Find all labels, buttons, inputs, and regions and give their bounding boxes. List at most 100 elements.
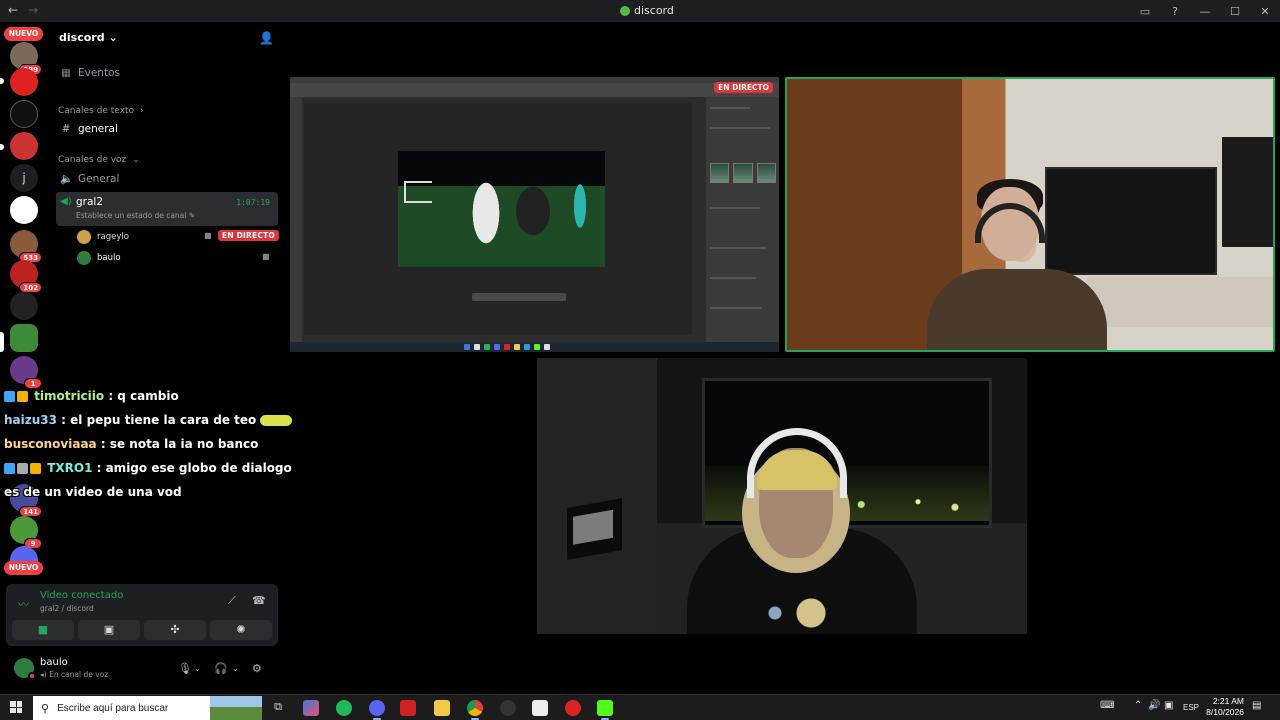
- monitor: [1222, 137, 1273, 247]
- search-highlight-image: [210, 696, 262, 720]
- app-title: discord: [620, 4, 674, 17]
- avatar: [77, 230, 91, 244]
- server-icon[interactable]: j: [10, 164, 38, 192]
- events-label: Eventos: [78, 67, 120, 79]
- back-arrow-icon[interactable]: ←: [8, 3, 18, 17]
- connection-location[interactable]: gral2 / discord: [40, 604, 94, 613]
- voice-category[interactable]: Canales de voz ⌄: [58, 155, 140, 165]
- forward-arrow-icon[interactable]: →: [28, 3, 38, 17]
- server-icon[interactable]: [10, 100, 38, 128]
- server-icon[interactable]: [10, 292, 38, 320]
- discord-icon[interactable]: [369, 700, 385, 720]
- camera-icon: ■: [204, 231, 212, 240]
- chevron-down-icon[interactable]: ⌄: [194, 664, 201, 673]
- close-icon[interactable]: ✕: [1250, 5, 1280, 18]
- nav-buttons: ← →: [8, 3, 38, 17]
- channel-general[interactable]: # general: [60, 123, 118, 135]
- voice-member[interactable]: rageylo: [77, 230, 129, 244]
- headset-icon[interactable]: 🎧: [214, 662, 228, 675]
- microphone-icon[interactable]: 🎙: [178, 662, 192, 675]
- server-icon[interactable]: [10, 132, 38, 160]
- taskbar-app-icon: [484, 344, 490, 350]
- username: baulo: [40, 657, 68, 668]
- screen-share-button[interactable]: ▣: [78, 620, 140, 640]
- voice-channel-general[interactable]: 🔈 General: [60, 172, 119, 186]
- editor-toolbar: [290, 97, 302, 342]
- volume-icon[interactable]: 🔊: [1148, 700, 1160, 711]
- chevron-down-icon: ⌄: [132, 155, 140, 165]
- editor-thumbnails: [710, 163, 776, 183]
- emote-icon: [260, 415, 293, 426]
- goal-post: [404, 181, 432, 203]
- server-icon[interactable]: 9: [10, 516, 42, 549]
- chrome-icon[interactable]: [467, 700, 483, 720]
- network-icon[interactable]: ▣: [1164, 700, 1173, 711]
- noise-suppression-icon[interactable]: ⟋: [228, 594, 236, 608]
- panel-line: [710, 127, 770, 129]
- clock[interactable]: 2:21 AM 8/10/2026: [1206, 696, 1244, 718]
- voicemeeter-icon[interactable]: [400, 700, 416, 716]
- spotify-icon[interactable]: [336, 700, 352, 716]
- server-icon[interactable]: [10, 68, 38, 96]
- app-icon[interactable]: [532, 700, 548, 716]
- language-indicator[interactable]: ESP: [1183, 703, 1199, 712]
- taskbar-app-icon: [534, 344, 540, 350]
- channel-status-placeholder[interactable]: Establece un estado de canal ✎: [76, 211, 195, 220]
- server-header[interactable]: discord ⌄: [59, 31, 118, 44]
- chevron-down-icon[interactable]: ⌄: [232, 664, 239, 673]
- screen-share-tile[interactable]: EN DIRECTO: [290, 77, 779, 352]
- editor-panels: [706, 97, 779, 342]
- maximize-icon[interactable]: ☐: [1220, 5, 1250, 18]
- camera-button[interactable]: ■: [12, 620, 74, 640]
- chat-text: : el pepu tiene la cara de teo: [61, 413, 257, 427]
- server-icon[interactable]: 102: [10, 260, 42, 293]
- invite-member-icon[interactable]: 👤: [259, 31, 274, 45]
- soundboard-button[interactable]: ✺: [210, 620, 272, 640]
- hash-icon: #: [61, 123, 71, 135]
- chevron-right-icon: ›: [140, 106, 144, 116]
- obs-icon[interactable]: [500, 700, 516, 716]
- camera-icon: ■: [262, 252, 270, 261]
- kick-icon[interactable]: [597, 700, 613, 720]
- file-explorer-icon[interactable]: [434, 700, 450, 716]
- server-icon[interactable]: [10, 324, 38, 352]
- copilot-icon[interactable]: [303, 700, 319, 716]
- chat-message: TXRO1 : amigo ese globo de dialogo es de…: [4, 456, 300, 504]
- help-icon[interactable]: ?: [1160, 5, 1190, 18]
- chat-username: timotriciio: [34, 389, 105, 403]
- voice-member[interactable]: baulo: [77, 251, 121, 265]
- live-badge: EN DIRECTO: [714, 82, 773, 93]
- signal-icon[interactable]: 〰: [18, 596, 29, 612]
- server-icon[interactable]: 399: [10, 42, 42, 75]
- panel-line: [710, 247, 766, 249]
- voice-channel-gral2[interactable]: ◀) gral2 Establece un estado de canal ✎ …: [56, 192, 278, 226]
- task-view-icon[interactable]: ⧉: [270, 700, 286, 716]
- search-box[interactable]: ⚲ Escribe aquí para buscar: [33, 696, 262, 720]
- server-icon[interactable]: 533: [10, 230, 42, 263]
- camera-tile-speaking[interactable]: [785, 77, 1275, 352]
- minimize-icon[interactable]: —: [1190, 5, 1220, 18]
- opera-icon[interactable]: [565, 700, 581, 716]
- clock-date: 8/10/2026: [1206, 707, 1244, 717]
- server-name: discord: [59, 31, 105, 44]
- camera-icon: ■: [37, 623, 49, 636]
- taskbar-app-icon: [474, 344, 480, 350]
- camera-tile[interactable]: [537, 358, 1027, 634]
- events-item[interactable]: ▦ Eventos: [60, 67, 120, 79]
- windows-start-icon[interactable]: [10, 701, 22, 713]
- channel-label: general: [78, 123, 118, 135]
- disconnect-icon[interactable]: ☎: [252, 594, 266, 607]
- gear-icon[interactable]: ⚙: [252, 662, 262, 675]
- text-category[interactable]: Canales de texto ›: [58, 106, 144, 116]
- inbox-icon[interactable]: ▭: [1130, 5, 1160, 18]
- activities-button[interactable]: ✣: [144, 620, 206, 640]
- keyboard-icon[interactable]: ⌨: [1100, 700, 1114, 711]
- connection-status: Video conectado: [40, 590, 124, 601]
- shared-taskbar: [290, 342, 779, 352]
- notifications-icon[interactable]: ▤: [1252, 700, 1261, 711]
- chevron-up-icon[interactable]: ⌃: [1134, 700, 1142, 711]
- window-controls: ▭ ? — ☐ ✕: [1130, 0, 1280, 22]
- chat-message: timotriciio : q cambio: [4, 384, 300, 408]
- server-icon[interactable]: [10, 196, 38, 224]
- server-icon[interactable]: 1: [10, 356, 42, 389]
